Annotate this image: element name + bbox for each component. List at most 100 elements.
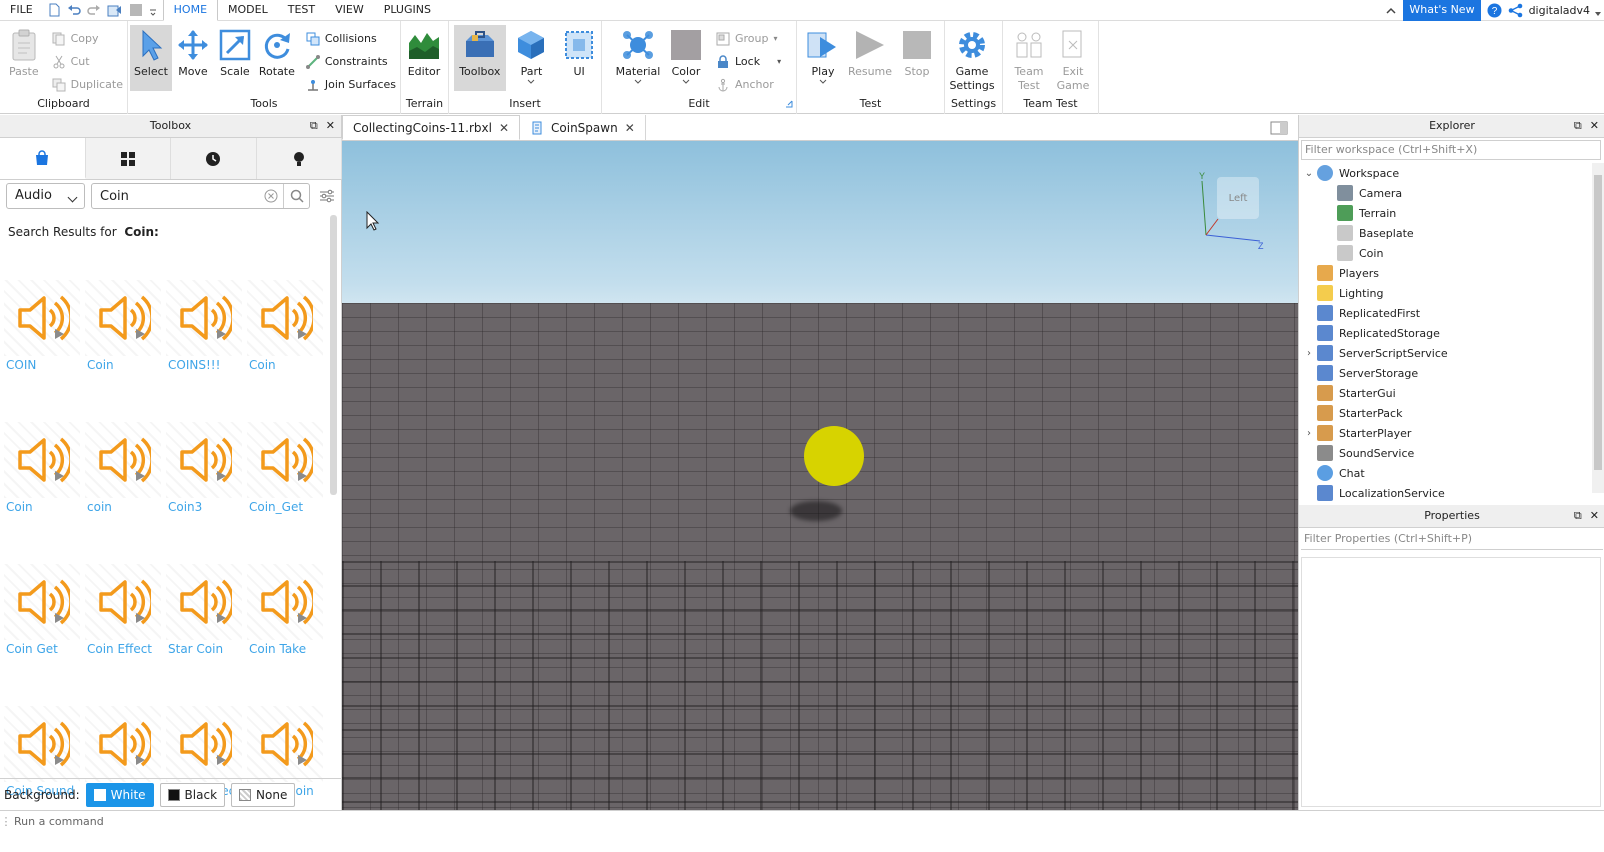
rotate-button[interactable]: Rotate <box>256 25 298 91</box>
part-dropdown-icon[interactable] <box>527 79 535 85</box>
properties-filter-input[interactable]: Filter Properties (Ctrl+Shift+P) <box>1301 530 1603 550</box>
select-button[interactable]: Select <box>130 25 172 91</box>
asset-item[interactable]: Coin Take <box>247 564 328 656</box>
tab-creations[interactable] <box>256 138 342 179</box>
tree-item[interactable]: Camera <box>1301 183 1591 203</box>
tree-item[interactable]: ServerStorage <box>1301 363 1591 383</box>
asset-name[interactable]: Coin <box>85 358 114 372</box>
close-tab-icon[interactable]: ✕ <box>499 121 509 135</box>
color-dropdown-icon[interactable] <box>682 79 690 85</box>
bg-black-button[interactable]: Black <box>159 782 226 807</box>
asset-item[interactable]: coin <box>85 422 166 514</box>
tree-item[interactable]: Lighting <box>1301 283 1591 303</box>
whats-new-button[interactable]: What's New <box>1403 0 1481 21</box>
coin-part[interactable] <box>804 426 864 486</box>
menu-test[interactable]: TEST <box>278 0 325 21</box>
undo-icon[interactable] <box>67 3 81 17</box>
stop-square-icon[interactable] <box>129 3 143 17</box>
tab-coinspawn[interactable]: CoinSpawn ✕ <box>520 115 646 140</box>
undock-icon[interactable]: ⧉ <box>1574 115 1582 137</box>
tree-item[interactable]: › ServerScriptService <box>1301 343 1591 363</box>
tree-item[interactable]: StarterPack <box>1301 403 1591 423</box>
tab-inventory[interactable] <box>85 138 171 179</box>
tree-item[interactable]: ⌄ Workspace <box>1301 163 1591 183</box>
tab-marketplace[interactable] <box>0 138 86 179</box>
customize-arrow-icon[interactable] <box>149 3 157 17</box>
tree-item[interactable]: Baseplate <box>1301 223 1591 243</box>
new-file-icon[interactable] <box>47 3 61 17</box>
asset-name[interactable]: COINS!!! <box>166 358 220 372</box>
close-icon[interactable]: ✕ <box>1590 115 1599 137</box>
bg-none-button[interactable]: None <box>231 782 296 807</box>
expand-arrow-icon[interactable]: › <box>1301 343 1317 363</box>
part-button[interactable]: Part <box>510 25 554 91</box>
copy-button[interactable]: Copy <box>52 28 123 49</box>
cut-button[interactable]: Cut <box>52 51 123 72</box>
close-icon[interactable]: ✕ <box>326 115 335 137</box>
explorer-scrollbar[interactable] <box>1592 163 1604 493</box>
tree-item[interactable]: › StarterPlayer <box>1301 423 1591 443</box>
stop-button[interactable]: Stop <box>895 25 939 91</box>
scale-button[interactable]: Scale <box>214 25 256 91</box>
asset-name[interactable]: Coin3 <box>166 500 202 514</box>
asset-item[interactable]: Coin_Get <box>247 422 328 514</box>
tree-item[interactable]: SoundService <box>1301 443 1591 463</box>
collisions-button[interactable]: Collisions <box>306 28 396 49</box>
close-icon[interactable]: ✕ <box>1590 505 1599 527</box>
menu-home[interactable]: HOME <box>162 0 219 21</box>
redo-icon[interactable] <box>86 3 101 17</box>
asset-name[interactable]: Coin Get <box>4 642 58 656</box>
3d-viewport[interactable]: Y Z Left <box>342 141 1298 810</box>
menu-view[interactable]: VIEW <box>325 0 374 21</box>
join-surfaces-button[interactable]: Join Surfaces <box>306 74 396 95</box>
undock-icon[interactable]: ⧉ <box>310 115 318 137</box>
game-settings-button[interactable]: Game Settings <box>949 25 995 105</box>
category-dropdown[interactable]: Audio <box>6 183 85 209</box>
ui-button[interactable]: UI <box>557 25 601 91</box>
user-menu[interactable]: digitaladv4 <box>1529 4 1604 17</box>
explorer-filter-input[interactable]: Filter workspace (Ctrl+Shift+X) <box>1301 140 1601 160</box>
toolbox-button[interactable]: Toolbox <box>454 25 506 91</box>
tree-item[interactable]: LocalizationService <box>1301 483 1591 503</box>
view-cube[interactable]: Left <box>1217 177 1259 219</box>
asset-name[interactable]: Coin_Get <box>247 500 303 514</box>
asset-name[interactable]: Coin Take <box>247 642 306 656</box>
asset-item[interactable]: Coin3 <box>166 422 247 514</box>
collapse-ribbon-icon[interactable] <box>1385 5 1397 17</box>
asset-item[interactable]: Coin <box>4 422 85 514</box>
close-tab-icon[interactable]: ✕ <box>625 121 635 135</box>
bg-white-button[interactable]: White <box>85 782 154 807</box>
undock-icon[interactable]: ⧉ <box>1574 505 1582 527</box>
edit-expand-icon[interactable] <box>785 100 793 108</box>
clear-search-icon[interactable] <box>259 189 283 203</box>
resume-button[interactable]: Resume <box>845 25 895 91</box>
exit-game-button[interactable]: Exit Game <box>1051 25 1095 105</box>
filter-sliders-icon[interactable] <box>316 183 338 209</box>
tree-item[interactable]: Chat <box>1301 463 1591 483</box>
menu-model[interactable]: MODEL <box>218 0 278 21</box>
expand-arrow-icon[interactable]: ⌄ <box>1301 163 1317 183</box>
asset-name[interactable]: Star Coin <box>166 642 223 656</box>
search-input[interactable]: Coin <box>91 183 310 209</box>
asset-item[interactable]: Coin Effect <box>85 564 166 656</box>
tree-item[interactable]: ReplicatedFirst <box>1301 303 1591 323</box>
duplicate-button[interactable]: Duplicate <box>52 74 123 95</box>
asset-item[interactable]: Coin Get <box>4 564 85 656</box>
toggle-view-icon[interactable] <box>1270 121 1288 135</box>
group-dropdown-icon[interactable]: ▾ <box>774 34 778 43</box>
play-dropdown-icon[interactable] <box>819 79 827 85</box>
search-icon[interactable] <box>283 184 309 208</box>
asset-name[interactable]: coin <box>85 500 112 514</box>
lock-dropdown-icon[interactable]: ▾ <box>777 57 781 66</box>
expand-arrow-icon[interactable]: › <box>1301 423 1317 443</box>
publish-icon[interactable] <box>107 3 123 17</box>
asset-name[interactable]: Coin Effect <box>85 642 152 656</box>
terrain-editor-button[interactable]: Editor <box>402 25 446 91</box>
tree-item[interactable]: Players <box>1301 263 1591 283</box>
toolbox-scrollbar[interactable] <box>330 215 337 495</box>
help-icon[interactable]: ? <box>1487 3 1502 18</box>
move-button[interactable]: Move <box>172 25 214 91</box>
asset-item[interactable]: Coin <box>247 280 328 372</box>
tree-item[interactable]: StarterGui <box>1301 383 1591 403</box>
color-button[interactable]: Color <box>664 25 708 91</box>
